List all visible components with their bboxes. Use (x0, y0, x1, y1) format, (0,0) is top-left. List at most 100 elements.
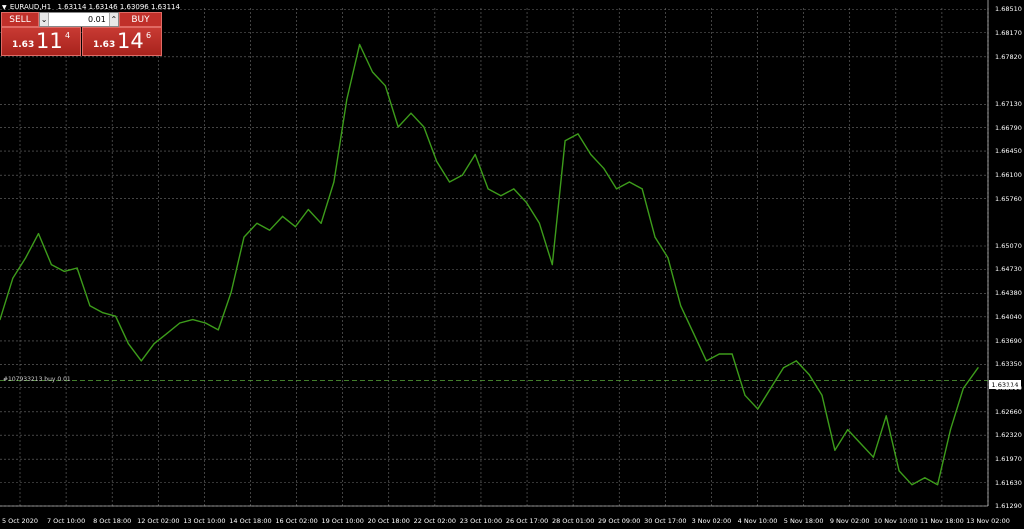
x-tick-label: 13 Oct 10:00 (183, 517, 226, 525)
price-point (641, 188, 643, 190)
order-label: #107933213 buy 0.01 (3, 376, 71, 383)
x-tick-label: 5 Oct 2020 (1, 517, 39, 525)
price-point (192, 319, 194, 321)
price-point (269, 229, 271, 231)
price-point (153, 343, 155, 345)
y-tick-label: 1.62660 (995, 407, 1022, 416)
lot-decrease-icon[interactable]: ⌄ (40, 13, 50, 26)
price-point (500, 195, 502, 197)
price-point (37, 233, 40, 235)
price-point (140, 360, 142, 362)
x-tick-label: 29 Oct 09:00 (598, 517, 641, 525)
price-point (744, 394, 746, 396)
x-tick-label: 7 Oct 10:00 (46, 517, 86, 525)
price-point (731, 353, 733, 355)
price-point (705, 360, 708, 362)
price-point (577, 133, 579, 135)
price-point (307, 208, 309, 211)
price-point (693, 332, 695, 334)
buy-price-sup: 6 (146, 31, 152, 40)
price-point (757, 408, 759, 410)
sell-price-sup: 4 (65, 31, 71, 40)
x-tick-label: 23 Oct 10:00 (459, 517, 503, 525)
price-point (654, 236, 656, 238)
collapse-triangle-icon[interactable]: ▼ (2, 4, 7, 11)
x-tick-label: 14 Oct 18:00 (229, 517, 272, 525)
x-tick-label: 16 Oct 02:00 (275, 517, 318, 525)
price-point (115, 315, 117, 317)
buy-price-button[interactable]: 1.63 14 6 (82, 27, 162, 56)
price-point (448, 181, 451, 183)
y-tick-label: 1.61290 (995, 502, 1022, 510)
price-point (63, 270, 65, 272)
y-tick-label: 1.63010 (995, 383, 1022, 392)
price-point (680, 305, 682, 307)
price-point (333, 181, 335, 183)
price-point (590, 153, 592, 156)
y-tick-label: 1.61630 (995, 478, 1022, 487)
price-point (359, 43, 361, 46)
sell-price-button[interactable]: 1.63 11 4 (1, 27, 81, 56)
price-point (937, 484, 939, 486)
sell-button[interactable]: SELL (1, 12, 39, 27)
ohlc-values: 1.63114 1.63146 1.63096 1.63114 (57, 3, 180, 11)
price-point (526, 202, 528, 204)
x-tick-label: 22 Oct 02:00 (413, 517, 457, 525)
price-point (487, 188, 489, 190)
price-point (397, 126, 399, 128)
price-point (346, 98, 348, 101)
x-tick-label: 26 Oct 17:00 (505, 517, 549, 525)
price-point (127, 343, 129, 345)
x-tick-label: 28 Oct 01:00 (551, 517, 595, 525)
y-tick-label: 1.67820 (995, 52, 1022, 61)
lot-input[interactable] (49, 13, 109, 26)
buy-price-big: 14 (117, 29, 144, 53)
price-point (371, 71, 374, 73)
x-tick-label: 4 Nov 10:00 (737, 517, 778, 525)
price-point (243, 236, 245, 238)
price-line (0, 43, 979, 486)
x-tick-label: 11 Nov 18:00 (919, 517, 964, 525)
price-point (924, 477, 926, 479)
chart-grid (0, 0, 989, 507)
sell-price-big: 11 (36, 29, 63, 53)
buy-button[interactable]: BUY (119, 12, 162, 27)
x-tick-label: 8 Oct 18:00 (93, 517, 132, 525)
price-point (782, 367, 785, 369)
y-tick-label: 1.66790 (995, 123, 1022, 132)
price-point (859, 442, 862, 444)
price-point (410, 112, 412, 114)
price-point (282, 215, 284, 217)
price-point (872, 456, 875, 458)
x-tick-label: 19 Oct 10:00 (321, 517, 364, 525)
x-tick-label: 20 Oct 18:00 (367, 517, 410, 525)
y-tick-label: 1.62320 (995, 431, 1022, 440)
price-chart[interactable] (0, 0, 1024, 529)
price-point (25, 257, 27, 259)
price-series (0, 43, 979, 486)
y-tick-label: 1.67130 (995, 100, 1022, 109)
price-point (179, 322, 181, 324)
price-point (847, 429, 849, 431)
price-point (949, 429, 952, 431)
price-point (977, 367, 979, 369)
price-point (50, 264, 53, 266)
price-point (76, 267, 78, 269)
y-tick-label: 1.64730 (995, 265, 1022, 274)
y-tick-label: 1.66450 (995, 147, 1022, 156)
y-tick-label: 1.68170 (995, 28, 1022, 37)
lot-stepper[interactable]: ⌄ ⌃ (39, 12, 119, 27)
price-point (885, 415, 887, 417)
price-point (834, 449, 836, 451)
price-point (821, 394, 823, 396)
price-point (320, 222, 322, 224)
chart-window[interactable]: ▼ EURAUD,H1 1.63114 1.63146 1.63096 1.63… (0, 0, 1024, 529)
price-point (294, 226, 296, 228)
price-point (667, 257, 669, 259)
y-tick-label: 1.65760 (995, 194, 1022, 203)
lot-increase-icon[interactable]: ⌃ (108, 13, 118, 26)
price-point (204, 322, 207, 324)
price-point (551, 264, 553, 266)
price-point (564, 140, 566, 142)
x-tick-label: 3 Nov 02:00 (691, 517, 732, 525)
